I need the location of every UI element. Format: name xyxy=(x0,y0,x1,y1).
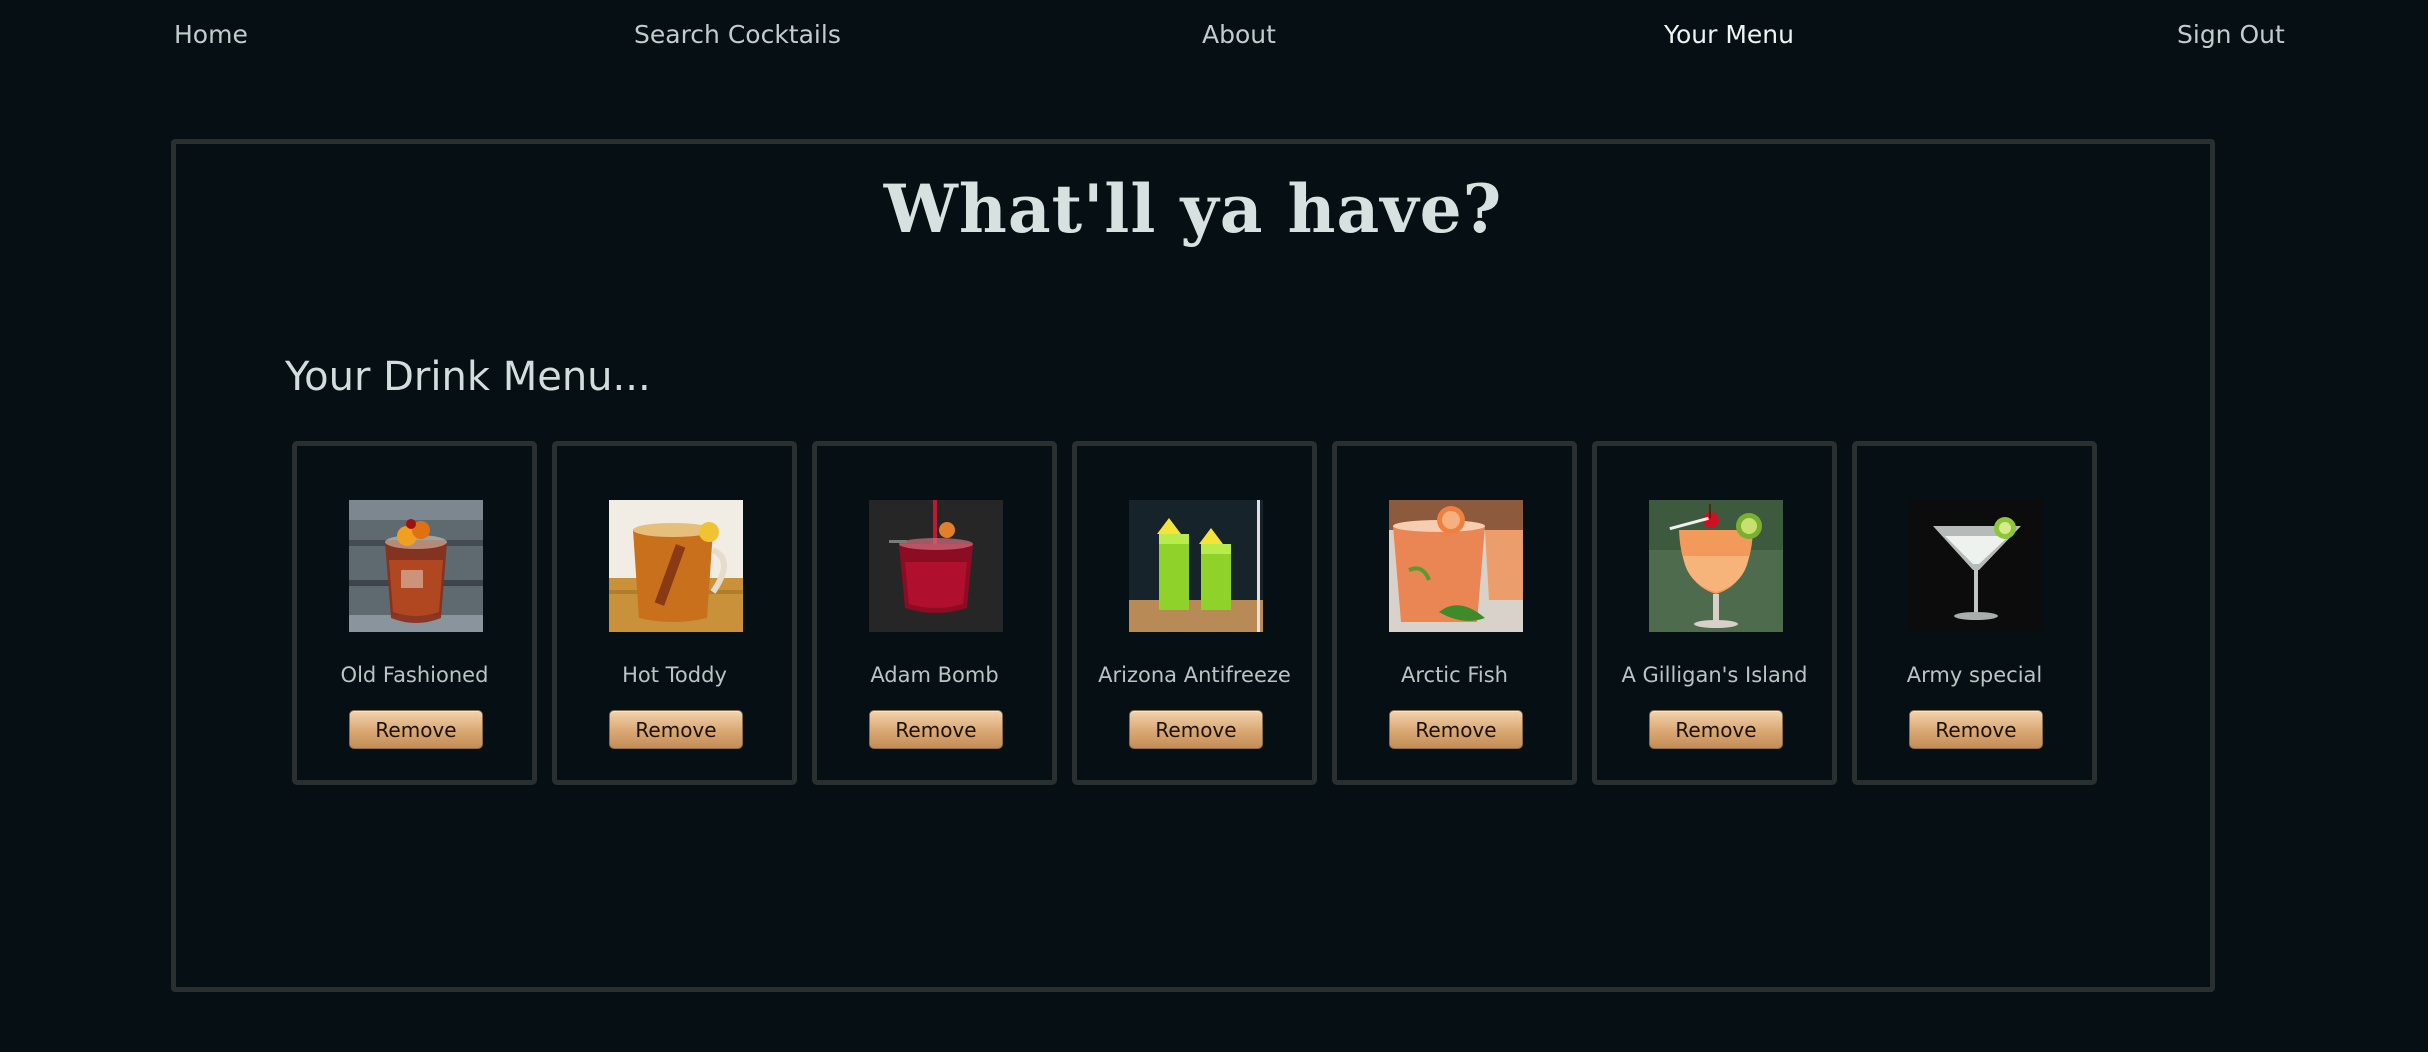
drink-name: Arizona Antifreeze xyxy=(1098,663,1291,687)
nav-home[interactable]: Home xyxy=(174,20,248,49)
drink-card: Old Fashioned Remove xyxy=(292,441,537,785)
remove-button[interactable]: Remove xyxy=(869,710,1003,749)
drink-image-old-fashioned xyxy=(349,500,483,632)
nav-sign-out[interactable]: Sign Out xyxy=(2177,20,2285,49)
drink-name: Adam Bomb xyxy=(870,663,999,687)
nav-about[interactable]: About xyxy=(1202,20,1276,49)
top-nav: Home Search Cocktails About Your Menu Si… xyxy=(0,0,2428,70)
drink-name: Old Fashioned xyxy=(340,663,489,687)
drink-image-arctic-fish xyxy=(1389,500,1523,632)
drink-name: Hot Toddy xyxy=(622,663,727,687)
remove-button[interactable]: Remove xyxy=(349,710,483,749)
page-title: What'll ya have? xyxy=(883,170,1503,248)
remove-button[interactable]: Remove xyxy=(609,710,743,749)
drink-image-arizona-antifreeze xyxy=(1129,500,1263,632)
drink-menu-heading: Your Drink Menu... xyxy=(285,354,651,400)
drink-name: Army special xyxy=(1906,663,2043,687)
drink-image-hot-toddy xyxy=(609,500,743,632)
drink-name: Arctic Fish xyxy=(1400,663,1508,687)
drink-card: Arctic Fish Remove xyxy=(1332,441,1577,785)
drink-card: A Gilligan's Island Remove xyxy=(1592,441,1837,785)
drink-card: Hot Toddy Remove xyxy=(552,441,797,785)
drink-card: Army special Remove xyxy=(1852,441,2097,785)
drink-image-a-gilligans-island xyxy=(1649,500,1783,632)
remove-button[interactable]: Remove xyxy=(1129,710,1263,749)
drink-image-army-special xyxy=(1909,500,2043,632)
drink-image-adam-bomb xyxy=(869,500,1003,632)
drink-card: Adam Bomb Remove xyxy=(812,441,1057,785)
drink-card: Arizona Antifreeze Remove xyxy=(1072,441,1317,785)
remove-button[interactable]: Remove xyxy=(1389,710,1523,749)
drink-name: A Gilligan's Island xyxy=(1621,663,1808,687)
remove-button[interactable]: Remove xyxy=(1909,710,2043,749)
remove-button[interactable]: Remove xyxy=(1649,710,1783,749)
nav-search-cocktails[interactable]: Search Cocktails xyxy=(634,20,841,49)
nav-your-menu[interactable]: Your Menu xyxy=(1664,20,1794,49)
